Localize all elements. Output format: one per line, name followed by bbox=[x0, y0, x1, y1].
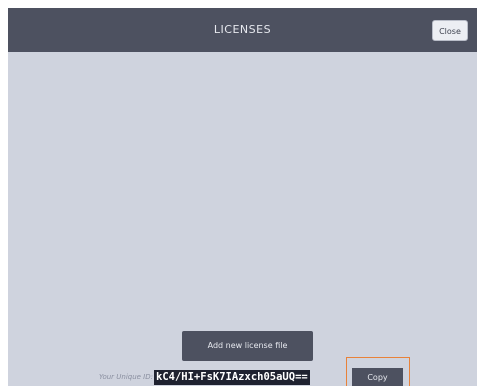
close-button[interactable]: Close bbox=[432, 20, 468, 41]
add-license-file-button[interactable]: Add new license file bbox=[182, 331, 313, 361]
unique-id-label: Your Unique ID: bbox=[98, 373, 153, 381]
dialog-titlebar: LICENSES Close bbox=[8, 8, 477, 52]
unique-id-value[interactable]: kC4/HI+FsK7IAzxch05aUQ== bbox=[154, 370, 310, 385]
copy-button[interactable]: Copy bbox=[352, 368, 403, 386]
licenses-dialog: LICENSES Close Add new license file Your… bbox=[8, 8, 477, 386]
dialog-title: LICENSES bbox=[213, 23, 272, 36]
